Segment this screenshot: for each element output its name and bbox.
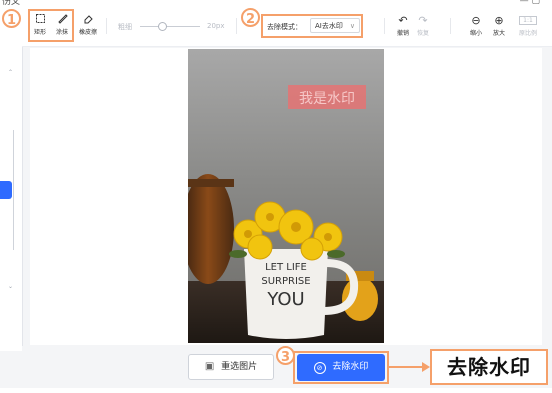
redo-button[interactable]: ↷ 恢复 bbox=[414, 14, 432, 37]
reselect-image-button[interactable]: ▣ 重选图片 bbox=[188, 354, 274, 380]
brush-icon bbox=[52, 13, 72, 27]
rect-tool-label: 矩形 bbox=[33, 29, 46, 36]
redo-label: 恢复 bbox=[416, 30, 429, 37]
brush-tool[interactable]: 涂抹 bbox=[52, 13, 72, 36]
undo-label: 撤销 bbox=[396, 30, 409, 37]
mug-text-line-2: SURPRISE bbox=[261, 276, 310, 287]
remove-watermark-icon: ⊘ bbox=[313, 362, 326, 374]
zoom-out-label: 缩小 bbox=[469, 30, 482, 37]
size-slider-knob[interactable] bbox=[158, 22, 167, 31]
eraser-tool[interactable]: 橡皮擦 bbox=[76, 13, 100, 36]
rectangle-select-icon bbox=[30, 13, 50, 27]
bottom-edge bbox=[0, 388, 552, 393]
rail-scroll-track bbox=[13, 130, 14, 250]
eraser-icon bbox=[76, 13, 100, 27]
rail-chevron-up-icon[interactable]: ⌃ bbox=[8, 69, 13, 76]
mode-label: 去除模式： bbox=[267, 23, 302, 31]
chevron-down-icon: ∨ bbox=[349, 22, 355, 30]
watermark-text: 我是水印 bbox=[299, 91, 355, 107]
toolbar-divider bbox=[106, 18, 107, 34]
zoom-in-button[interactable]: ⊕ 放大 bbox=[490, 14, 508, 37]
left-rail: ⌃ ⌄ bbox=[0, 6, 23, 351]
rail-chevron-down-icon[interactable]: ⌄ bbox=[8, 283, 13, 290]
editor-toolbar: 1 矩形 涂抹 橡皮擦 粗细 20px 2 去除模式： AI去水印 ∨ ↶ 撤销… bbox=[2, 6, 552, 47]
mode-select-value: AI去水印 bbox=[315, 22, 343, 30]
mug-text-line-3: YOU bbox=[266, 289, 304, 310]
size-label: 粗细 bbox=[118, 23, 132, 31]
mug-text-line-1: LET LIFE bbox=[265, 262, 307, 273]
eraser-tool-label: 橡皮擦 bbox=[78, 29, 97, 36]
rect-tool[interactable]: 矩形 bbox=[30, 13, 50, 36]
undo-button[interactable]: ↶ 撤销 bbox=[394, 14, 412, 37]
size-value: 20px bbox=[207, 22, 225, 30]
zoom-in-label: 放大 bbox=[492, 30, 505, 37]
uploaded-image[interactable]: 我是水印 LET LIFE SURPRISE YOU bbox=[188, 49, 384, 343]
zoom-in-icon: ⊕ bbox=[494, 14, 504, 27]
redo-icon: ↷ bbox=[418, 14, 428, 27]
photo-pot-rim bbox=[188, 179, 234, 187]
callout-label: 去除水印 bbox=[430, 349, 548, 385]
callout-arrow-icon bbox=[389, 362, 430, 372]
reselect-image-label: 重选图片 bbox=[221, 362, 258, 372]
size-slider[interactable] bbox=[140, 26, 200, 27]
original-ratio-button[interactable]: 1:1 原比例 bbox=[516, 14, 540, 37]
step-1-marker: 1 bbox=[2, 9, 21, 28]
zoom-out-icon: ⊖ bbox=[471, 14, 481, 27]
toolbar-divider bbox=[384, 18, 385, 34]
rail-active-marker[interactable] bbox=[0, 181, 12, 199]
mode-select[interactable]: AI去水印 ∨ bbox=[310, 18, 360, 33]
ratio-icon: 1:1 bbox=[516, 14, 540, 28]
toolbar-divider bbox=[236, 18, 237, 34]
brush-tool-label: 涂抹 bbox=[55, 29, 68, 36]
remove-watermark-label: 去除水印 bbox=[332, 362, 369, 372]
remove-watermark-button[interactable]: ⊘ 去除水印 bbox=[297, 354, 385, 381]
undo-icon: ↶ bbox=[398, 14, 408, 27]
toolbar-divider bbox=[450, 18, 451, 34]
ratio-label: 原比例 bbox=[518, 30, 537, 37]
zoom-out-button[interactable]: ⊖ 缩小 bbox=[467, 14, 485, 37]
step-2-marker: 2 bbox=[241, 8, 260, 27]
image-icon: ▣ bbox=[204, 361, 215, 372]
